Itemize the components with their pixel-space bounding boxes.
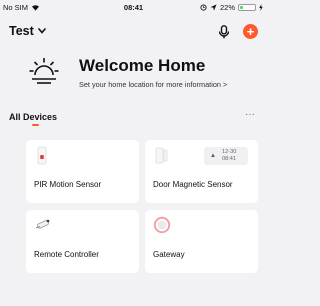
device-name: PIR Motion Sensor (34, 180, 102, 189)
sun-icon (29, 58, 59, 84)
device-name: Remote Controller (34, 250, 99, 259)
more-options-icon[interactable]: ··· (245, 109, 255, 120)
battery-fill (240, 6, 243, 9)
tab-all-devices[interactable]: All Devices (9, 112, 57, 122)
battery-percent: 22% (219, 3, 235, 12)
bell-icon: ▲ (210, 153, 216, 159)
status-bar: No SIM 08:41 22% (0, 0, 267, 15)
chevron-down-icon (37, 28, 46, 34)
event-time: 08:41 (222, 156, 236, 162)
device-card-remote[interactable]: Remote Controller (26, 210, 139, 273)
tab-indicator (32, 124, 39, 126)
alarm-icon (200, 4, 207, 11)
pir-sensor-icon (37, 146, 47, 165)
device-card-door[interactable]: ▲ 12-30 08:41 Door Magnetic Sensor (145, 140, 258, 203)
device-name: Gateway (153, 250, 185, 259)
event-date: 12-30 (222, 149, 237, 155)
welcome-title: Welcome Home (79, 56, 206, 75)
add-device-button[interactable]: + (243, 24, 258, 39)
device-card-gateway[interactable]: Gateway (145, 210, 258, 273)
door-sensor-icon (155, 147, 168, 164)
gateway-icon (153, 216, 171, 234)
remote-controller-icon (35, 219, 50, 229)
charging-icon (259, 4, 263, 11)
microphone-icon[interactable] (218, 25, 230, 39)
home-selector[interactable]: Test (9, 24, 46, 38)
welcome-subtitle[interactable]: Set your home location for more informat… (79, 80, 227, 89)
app-header: Test + (0, 20, 267, 44)
battery-icon (238, 4, 256, 11)
status-right: 22% (200, 3, 263, 12)
last-event-chip: ▲ 12-30 08:41 (204, 147, 248, 165)
home-name: Test (9, 24, 34, 38)
device-name: Door Magnetic Sensor (153, 180, 233, 189)
device-card-pir[interactable]: PIR Motion Sensor (26, 140, 139, 203)
location-icon (210, 4, 217, 11)
